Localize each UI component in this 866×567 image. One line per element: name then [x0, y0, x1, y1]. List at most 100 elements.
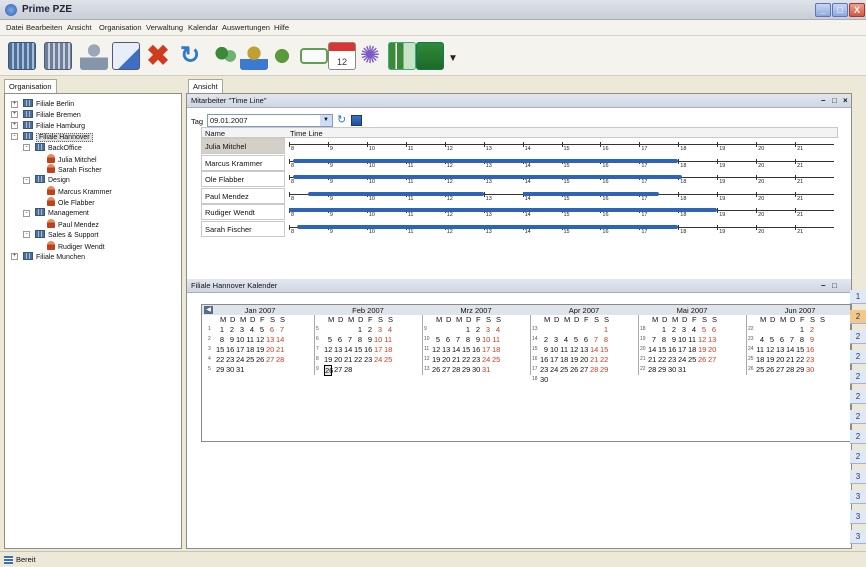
- calendar-day[interactable]: 9: [364, 335, 372, 344]
- panel-minimize-button[interactable]: –: [821, 94, 825, 107]
- tree-node[interactable]: Filiale Hamburg: [23, 120, 85, 131]
- menu-auswertungen[interactable]: Auswertungen: [222, 23, 270, 32]
- tree-expander[interactable]: -: [23, 144, 30, 152]
- calendar-day[interactable]: 28: [276, 355, 284, 364]
- calendar-day[interactable]: 3: [236, 325, 244, 334]
- calendar-day[interactable]: 31: [678, 365, 686, 374]
- calendar-day[interactable]: 26: [570, 365, 578, 374]
- import-icon[interactable]: [268, 42, 296, 70]
- calendar-day[interactable]: 5: [256, 325, 264, 334]
- calendar-day[interactable]: 26: [698, 355, 706, 364]
- database-icon[interactable]: [44, 42, 72, 70]
- calendar-day[interactable]: 10: [550, 345, 558, 354]
- calendar-day[interactable]: 11: [384, 335, 392, 344]
- calendar-day[interactable]: 9: [540, 345, 548, 354]
- calendar-day[interactable]: 25: [246, 355, 254, 364]
- calendar-day[interactable]: 29: [216, 365, 224, 374]
- tree-node[interactable]: Filiale Berlin: [23, 99, 74, 109]
- calendar-day[interactable]: 1: [796, 325, 804, 334]
- tree-node[interactable]: BackOffice: [35, 142, 82, 153]
- calendar-day[interactable]: 28: [590, 365, 598, 374]
- calendar-day[interactable]: 27: [266, 355, 274, 364]
- calendar-day[interactable]: 13: [442, 345, 450, 354]
- menu-organisation[interactable]: Organisation: [99, 23, 142, 32]
- calendar-day[interactable]: 7: [786, 335, 794, 344]
- calendar-day[interactable]: 14: [786, 345, 794, 354]
- calendar-day[interactable]: 21: [786, 355, 794, 364]
- calendar-day[interactable]: 9: [668, 335, 676, 344]
- calendar-restore-button[interactable]: □: [832, 279, 837, 292]
- calendar-day[interactable]: 9: [472, 335, 480, 344]
- calendar-day[interactable]: 2: [540, 335, 548, 344]
- calendar-day[interactable]: 26: [766, 365, 774, 374]
- calendar-day[interactable]: 5: [324, 335, 332, 344]
- calendar-day[interactable]: 23: [472, 355, 480, 364]
- users-group-icon[interactable]: [212, 42, 240, 70]
- settings-icon[interactable]: ✺: [356, 42, 384, 70]
- calendar-day[interactable]: 14: [648, 345, 656, 354]
- calendar-day[interactable]: 20: [708, 345, 716, 354]
- tree-employee[interactable]: Marcus Krammer: [47, 186, 112, 196]
- calendar-day[interactable]: 24: [678, 355, 686, 364]
- calendar-day[interactable]: 13: [334, 345, 342, 354]
- tree-node[interactable]: Sales & Support: [35, 229, 99, 240]
- calendar-day[interactable]: 18: [688, 345, 696, 354]
- delete-icon[interactable]: ✖: [144, 42, 172, 70]
- employee-name-cell[interactable]: Rudiger Wendt: [201, 204, 285, 221]
- refresh-date-icon[interactable]: ↻: [337, 114, 346, 126]
- calendar-day[interactable]: 28: [786, 365, 794, 374]
- menu-verwaltung[interactable]: Verwaltung: [146, 23, 183, 32]
- calendar-day[interactable]: 7: [452, 335, 460, 344]
- tag-icon[interactable]: [300, 48, 328, 64]
- calendar-day[interactable]: 17: [236, 345, 244, 354]
- close-button[interactable]: X: [849, 3, 865, 17]
- calendar-day[interactable]: 4: [246, 325, 254, 334]
- calendar-day[interactable]: 29: [462, 365, 470, 374]
- calendar-day[interactable]: 30: [540, 375, 548, 384]
- calendar-day[interactable]: 14: [590, 345, 598, 354]
- calendar-day[interactable]: 2: [364, 325, 372, 334]
- calendar-day[interactable]: 12: [324, 345, 332, 354]
- calendar-day[interactable]: 12: [432, 345, 440, 354]
- calendar-day[interactable]: 21: [590, 355, 598, 364]
- calendar-day[interactable]: 27: [334, 365, 342, 374]
- calendar-day[interactable]: 12: [570, 345, 578, 354]
- tab-ansicht[interactable]: Ansicht: [188, 79, 223, 93]
- calendar-day[interactable]: 11: [560, 345, 568, 354]
- employee-name-cell[interactable]: Marcus Krammer: [201, 154, 285, 171]
- work-time-bar[interactable]: [308, 191, 484, 196]
- calendar-day[interactable]: 1: [658, 325, 666, 334]
- tree-expander[interactable]: +: [11, 253, 18, 261]
- calendar-day[interactable]: 19: [432, 355, 440, 364]
- calendar-day[interactable]: 20: [776, 355, 784, 364]
- calendar-day[interactable]: 4: [492, 325, 500, 334]
- calendar-day[interactable]: 23: [226, 355, 234, 364]
- calendar-picker-icon[interactable]: [351, 115, 362, 126]
- calendar-day[interactable]: 5: [698, 325, 706, 334]
- calendar-day[interactable]: 17: [374, 345, 382, 354]
- calendar-day[interactable]: 9: [226, 335, 234, 344]
- tree-employee[interactable]: Rudiger Wendt: [47, 240, 105, 251]
- calendar-day[interactable]: 30: [806, 365, 814, 374]
- calendar-day[interactable]: 25: [756, 365, 764, 374]
- calendar-day[interactable]: 23: [668, 355, 676, 364]
- edit-icon[interactable]: [112, 42, 140, 70]
- calendar-day[interactable]: 31: [482, 365, 490, 374]
- calendar-minimize-button[interactable]: –: [821, 279, 825, 292]
- tab-organisation[interactable]: Organisation: [4, 79, 57, 93]
- calendar-day[interactable]: 22: [216, 355, 224, 364]
- calendar-day[interactable]: 9: [806, 335, 814, 344]
- calendar-day[interactable]: 5: [570, 335, 578, 344]
- calendar-day[interactable]: 22: [600, 355, 608, 364]
- calendar-day[interactable]: 2: [806, 325, 814, 334]
- menu-datei[interactable]: Datei: [6, 23, 24, 32]
- work-time-bar[interactable]: [292, 175, 683, 180]
- calendar-day[interactable]: 4: [688, 325, 696, 334]
- calendar-day[interactable]: 17: [482, 345, 490, 354]
- calendar-day[interactable]: 21: [648, 355, 656, 364]
- calendar-day[interactable]: 24: [482, 355, 490, 364]
- calendar-day[interactable]: 15: [600, 345, 608, 354]
- calendar-day[interactable]: 18: [384, 345, 392, 354]
- calendar-day[interactable]: 19: [256, 345, 264, 354]
- tree-expander[interactable]: +: [11, 100, 18, 108]
